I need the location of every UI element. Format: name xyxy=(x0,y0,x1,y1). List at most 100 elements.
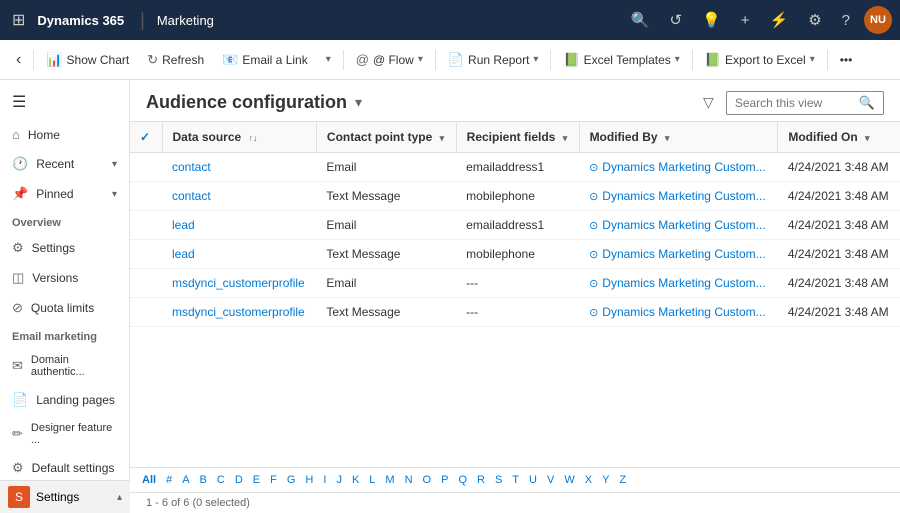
default-icon: ⚙ xyxy=(12,460,24,476)
search-icon[interactable]: 🔍 xyxy=(625,7,656,33)
alpha-nav-item[interactable]: L xyxy=(365,472,379,488)
back-button[interactable]: ‹ xyxy=(8,47,29,73)
alpha-nav-item[interactable]: H xyxy=(301,472,317,488)
email-dropdown-button[interactable]: ▾ xyxy=(318,50,339,69)
datasource-link[interactable]: lead xyxy=(172,218,195,232)
alpha-nav-item[interactable]: S xyxy=(491,472,506,488)
row-check[interactable] xyxy=(130,211,162,240)
alpha-nav-item[interactable]: G xyxy=(283,472,300,488)
more-button[interactable]: ••• xyxy=(832,49,861,71)
row-modifiedby: ⊙ Dynamics Marketing Custom... xyxy=(579,153,778,182)
sidebar-item-settings[interactable]: ⚙ Settings xyxy=(0,233,129,263)
datasource-link[interactable]: contact xyxy=(172,189,211,203)
alpha-nav-item[interactable]: Y xyxy=(598,472,613,488)
alpha-nav-item[interactable]: V xyxy=(543,472,558,488)
refresh-button[interactable]: ↻ Refresh xyxy=(139,48,212,72)
datasource-link[interactable]: lead xyxy=(172,247,195,261)
datasource-link[interactable]: msdynci_customerprofile xyxy=(172,305,305,319)
sidebar-item-home[interactable]: ⌂ Home xyxy=(0,120,129,149)
row-check[interactable] xyxy=(130,269,162,298)
header-filter-icon[interactable]: ▽ xyxy=(699,90,718,115)
apps-grid-icon[interactable]: ⊞ xyxy=(8,6,29,34)
sidebar-item-domain[interactable]: ✉ Domain authentic... xyxy=(0,347,129,385)
help-icon[interactable]: ? xyxy=(836,8,856,33)
alpha-nav: All#ABCDEFGHIJKLMNOPQRSTUVWXYZ xyxy=(130,467,900,492)
alpha-nav-item[interactable]: X xyxy=(581,472,596,488)
alpha-nav-item[interactable]: I xyxy=(319,472,330,488)
alpha-nav-item[interactable]: J xyxy=(332,472,346,488)
alpha-nav-item[interactable]: K xyxy=(348,472,363,488)
sidebar-item-pinned[interactable]: 📌 Pinned ▾ xyxy=(0,179,129,209)
datasource-link[interactable]: contact xyxy=(172,160,211,174)
datasource-col-header[interactable]: Data source ↑↓ xyxy=(162,122,316,153)
alpha-nav-item[interactable]: M xyxy=(381,472,398,488)
export-excel-button[interactable]: 📗 Export to Excel ▾ xyxy=(697,48,823,72)
user-avatar[interactable]: NU xyxy=(864,6,892,34)
sidebar-item-default[interactable]: ⚙ Default settings xyxy=(0,453,129,483)
sidebar-item-designer[interactable]: ✏ Designer feature ... xyxy=(0,415,129,453)
sort-icon-modifiedon: ▾ xyxy=(865,133,870,143)
settings-bottom-bar[interactable]: S Settings ▴ xyxy=(0,480,130,513)
modifiedon-col-header[interactable]: Modified On ▾ xyxy=(778,122,900,153)
modifiedby-text: Dynamics Marketing Custom... xyxy=(602,189,765,203)
alpha-nav-item[interactable]: # xyxy=(162,472,176,488)
recipient-col-header[interactable]: Recipient fields ▾ xyxy=(456,122,579,153)
alpha-nav-item[interactable]: T xyxy=(508,472,523,488)
filter-icon[interactable]: ⚡ xyxy=(764,7,795,33)
add-icon[interactable]: + xyxy=(735,8,756,33)
table-row: lead Text Message mobilephone ⊙ Dynamics… xyxy=(130,240,900,269)
row-check[interactable] xyxy=(130,298,162,327)
sidebar-item-versions[interactable]: ◫ Versions xyxy=(0,263,129,293)
home-icon: ⌂ xyxy=(12,127,20,142)
alpha-nav-item[interactable]: Z xyxy=(615,472,630,488)
row-recipient: emailaddress1 xyxy=(456,211,579,240)
alpha-nav-item[interactable]: A xyxy=(178,472,193,488)
sidebar-item-recent[interactable]: 🕐 Recent ▾ xyxy=(0,149,129,179)
table-row: contact Email emailaddress1 ⊙ Dynamics M… xyxy=(130,153,900,182)
alpha-nav-item[interactable]: Q xyxy=(454,472,471,488)
alpha-nav-item[interactable]: E xyxy=(249,472,264,488)
alpha-nav-item[interactable]: B xyxy=(196,472,211,488)
sidebar-item-landing[interactable]: 📄 Landing pages xyxy=(0,385,129,415)
sort-icon-datasource: ↑↓ xyxy=(249,133,258,143)
show-chart-button[interactable]: 📊 Show Chart xyxy=(38,48,137,72)
clock-icon: ⊙ xyxy=(589,306,598,319)
row-check[interactable] xyxy=(130,182,162,211)
check-icon[interactable]: ✓ xyxy=(140,130,150,144)
alpha-nav-item[interactable]: U xyxy=(525,472,541,488)
recent-icon: 🕐 xyxy=(12,156,28,172)
hamburger-button[interactable]: ☰ xyxy=(0,84,129,120)
top-nav: ⊞ Dynamics 365 | Marketing 🔍 ↺ 💡 + ⚡ ⚙ ?… xyxy=(0,0,900,40)
search-input[interactable] xyxy=(735,96,855,110)
alpha-nav-item[interactable]: P xyxy=(437,472,452,488)
email-link-button[interactable]: 📧 Email a Link xyxy=(214,48,316,72)
alpha-nav-item[interactable]: D xyxy=(231,472,247,488)
alpha-nav-item[interactable]: W xyxy=(560,472,578,488)
table-container: ✓ Data source ↑↓ Contact point type ▾ Re… xyxy=(130,122,900,467)
sidebar-item-quota[interactable]: ⊘ Quota limits xyxy=(0,293,129,323)
alpha-nav-item[interactable]: O xyxy=(419,472,436,488)
row-modifiedby: ⊙ Dynamics Marketing Custom... xyxy=(579,269,778,298)
alpha-nav-item[interactable]: R xyxy=(473,472,489,488)
excel-templates-button[interactable]: 📗 Excel Templates ▾ xyxy=(555,48,687,72)
nav-divider: | xyxy=(140,10,145,31)
status-bar: 1 - 6 of 6 (0 selected) xyxy=(130,492,900,513)
alpha-nav-item[interactable]: N xyxy=(401,472,417,488)
sep3 xyxy=(435,50,436,70)
alpha-nav-item[interactable]: All xyxy=(138,472,160,488)
alpha-nav-item[interactable]: C xyxy=(213,472,229,488)
contacttype-col-header[interactable]: Contact point type ▾ xyxy=(316,122,456,153)
row-check[interactable] xyxy=(130,153,162,182)
sort-icon-contact: ▾ xyxy=(440,133,445,143)
settings-icon[interactable]: ⚙ xyxy=(802,7,827,33)
page-title-chevron[interactable]: ▾ xyxy=(355,94,362,111)
flow-button[interactable]: @ @ Flow ▾ xyxy=(348,48,431,71)
datasource-link[interactable]: msdynci_customerprofile xyxy=(172,276,305,290)
refresh-icon[interactable]: ↺ xyxy=(663,7,688,33)
row-recipient: --- xyxy=(456,298,579,327)
modifiedby-col-header[interactable]: Modified By ▾ xyxy=(579,122,778,153)
row-check[interactable] xyxy=(130,240,162,269)
run-report-button[interactable]: 📄 Run Report ▾ xyxy=(440,48,547,72)
alpha-nav-item[interactable]: F xyxy=(266,472,281,488)
lightbulb-icon[interactable]: 💡 xyxy=(696,7,727,33)
